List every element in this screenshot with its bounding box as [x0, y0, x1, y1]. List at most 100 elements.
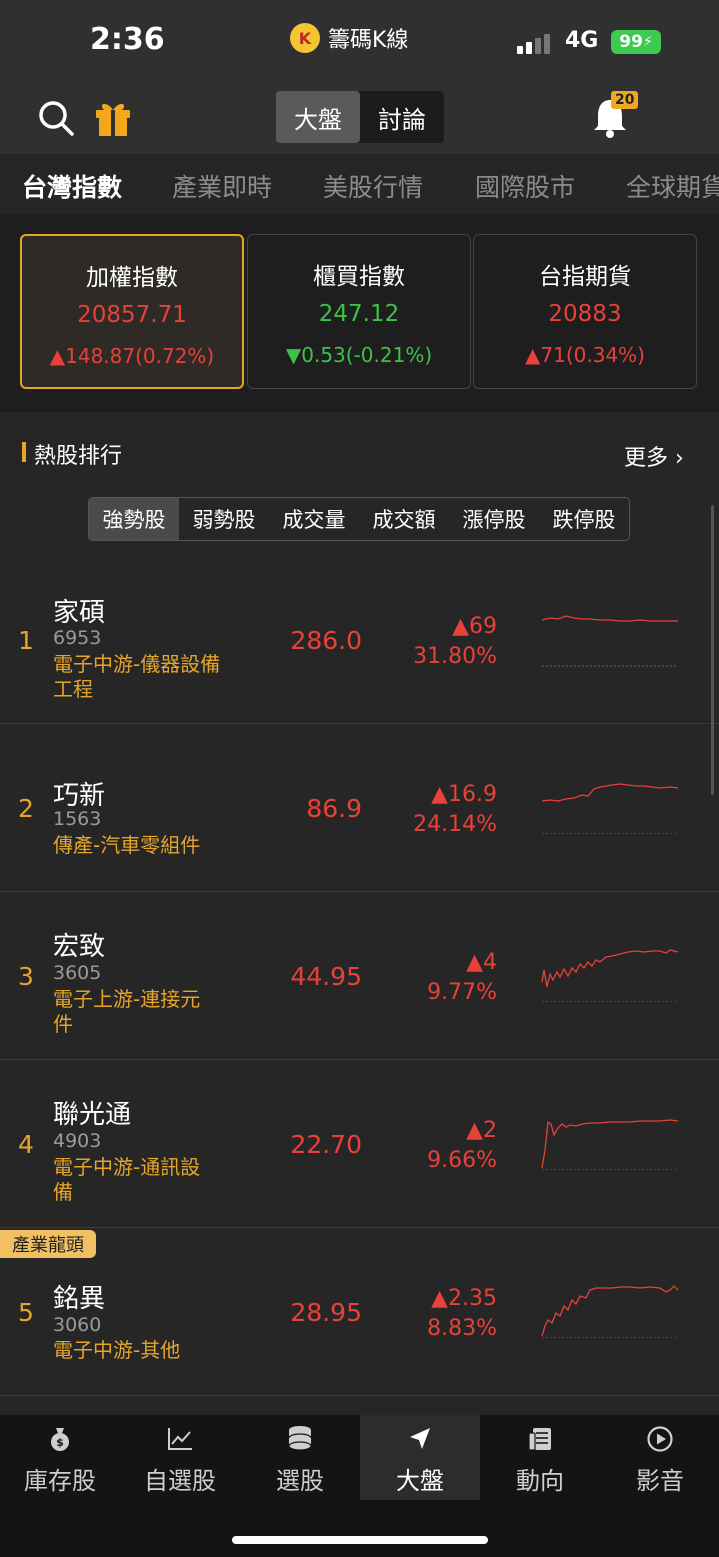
- filter-strong[interactable]: 強勢股: [89, 498, 179, 540]
- nav-label: 庫存股: [24, 1467, 96, 1495]
- stock-change-percent: 9.66%: [427, 1148, 497, 1173]
- money-bag-icon: $: [51, 1428, 69, 1451]
- index-card-futures[interactable]: 台指期貨 20883 ▲71(0.34%): [473, 234, 697, 389]
- stock-rank: 1: [18, 626, 34, 655]
- nav-label: 影音: [636, 1467, 684, 1495]
- stock-change-value: ▲2: [466, 1118, 497, 1143]
- navigation-arrow-icon: [410, 1428, 430, 1449]
- index-cards: 加權指數 20857.71 ▲148.87(0.72%) 櫃買指數 247.12…: [0, 214, 719, 412]
- filter-limit-up[interactable]: 漲停股: [449, 498, 539, 540]
- market-tabs: 台灣指數 產業即時 美股行情 國際股市 全球期貨: [0, 154, 719, 215]
- stock-rank: 2: [18, 794, 34, 823]
- nav-trends[interactable]: 動向: [480, 1415, 600, 1500]
- stock-change: ▲4 9.77%: [427, 948, 497, 1008]
- index-change: ▲71(0.34%): [525, 343, 645, 367]
- battery-level: 99: [619, 32, 643, 52]
- tab-taiwan-index[interactable]: 台灣指數: [22, 168, 122, 204]
- nav-video[interactable]: 影音: [600, 1415, 719, 1500]
- tab-us-stocks[interactable]: 美股行情: [323, 168, 423, 204]
- stock-row[interactable]: 4 聯光通 4903 電子中游-通訊設備 22.70 ▲2 9.66%: [0, 1060, 719, 1228]
- index-card-taiex[interactable]: 加權指數 20857.71 ▲148.87(0.72%): [20, 234, 244, 389]
- index-name: 櫃買指數: [313, 264, 405, 290]
- tab-industry-realtime[interactable]: 產業即時: [172, 168, 272, 204]
- newspaper-icon: [528, 1428, 551, 1451]
- nav-watchlist[interactable]: 自選股: [120, 1415, 240, 1500]
- stock-name: 家碩: [53, 598, 106, 628]
- index-card-otc[interactable]: 櫃買指數 247.12 ▼0.53(-0.21%): [247, 234, 471, 389]
- segment-market[interactable]: 大盤: [276, 91, 360, 143]
- stock-change: ▲2.35 8.83%: [427, 1284, 497, 1344]
- stock-change-percent: 9.77%: [427, 980, 497, 1005]
- stock-change-value: ▲16.9: [431, 782, 497, 807]
- stock-row[interactable]: 3 宏致 3605 電子上游-連接元件 44.95 ▲4 9.77%: [0, 892, 719, 1060]
- stock-change-percent: 24.14%: [413, 812, 497, 837]
- gift-icon[interactable]: [92, 96, 134, 138]
- stock-code: 3605: [53, 962, 102, 984]
- search-icon[interactable]: [36, 98, 76, 138]
- stock-price: 44.95: [290, 962, 362, 991]
- trend-chart-icon: [168, 1428, 192, 1450]
- tab-global-futures[interactable]: 全球期貨: [626, 168, 719, 204]
- stock-sparkline: [541, 1119, 679, 1170]
- stock-rank: 4: [18, 1130, 34, 1159]
- filter-turnover[interactable]: 成交額: [359, 498, 449, 540]
- app-logo-icon: K: [290, 23, 320, 53]
- svg-text:$: $: [56, 1436, 64, 1449]
- ranking-filter: 強勢股 弱勢股 成交量 成交額 漲停股 跌停股: [88, 497, 630, 541]
- scrollbar[interactable]: [711, 505, 714, 795]
- tab-international-stocks[interactable]: 國際股市: [475, 168, 575, 204]
- stock-code: 4903: [53, 1130, 102, 1152]
- stock-change-percent: 31.80%: [413, 644, 497, 669]
- stock-industry: 電子中游-通訊設備: [53, 1155, 201, 1204]
- filter-limit-down[interactable]: 跌停股: [539, 498, 629, 540]
- stock-price: 22.70: [290, 1130, 362, 1159]
- index-value: 247.12: [318, 301, 400, 327]
- play-circle-icon: [647, 1426, 673, 1452]
- stock-industry: 電子中游-儀器設備工程: [53, 652, 221, 701]
- filter-volume[interactable]: 成交量: [269, 498, 359, 540]
- stock-rank: 5: [18, 1298, 34, 1327]
- stock-change-value: ▲2.35: [431, 1286, 497, 1311]
- stock-row[interactable]: 2 巧新 1563 傳產-汽車零組件 86.9 ▲16.9 24.14%: [0, 724, 719, 892]
- index-change: ▼0.53(-0.21%): [285, 343, 433, 367]
- index-change: ▲148.87(0.72%): [49, 344, 215, 368]
- database-icon: [288, 1426, 312, 1451]
- nav-inventory[interactable]: $ 庫存股: [0, 1415, 120, 1500]
- hot-stocks-title: 熱股排行: [34, 444, 123, 469]
- stock-change: ▲2 9.66%: [427, 1116, 497, 1176]
- stock-row[interactable]: 產業龍頭 5 銘異 3060 電子中游-其他 28.95 ▲2.35 8.83%: [0, 1228, 719, 1396]
- stock-code: 1563: [53, 808, 102, 830]
- home-indicator[interactable]: [232, 1536, 488, 1544]
- stock-rank: 3: [18, 962, 34, 991]
- stock-name: 聯光通: [53, 1100, 132, 1130]
- market-discussion-switch: 大盤 討論: [276, 91, 444, 143]
- stock-industry: 電子上游-連接元件: [53, 987, 201, 1036]
- network-type: 4G: [565, 28, 599, 53]
- segment-discussion[interactable]: 討論: [360, 91, 444, 143]
- stock-change: ▲69 31.80%: [413, 612, 497, 672]
- filter-weak[interactable]: 弱勢股: [179, 498, 269, 540]
- nav-label: 動向: [516, 1467, 564, 1495]
- stock-change: ▲16.9 24.14%: [413, 780, 497, 840]
- carrier: K 籌碼K線: [290, 22, 408, 54]
- stock-change-percent: 8.83%: [427, 1316, 497, 1341]
- stock-change-value: ▲4: [466, 950, 497, 975]
- stock-name: 宏致: [53, 932, 106, 962]
- stock-price: 28.95: [290, 1298, 362, 1327]
- carrier-name: 籌碼K線: [328, 28, 409, 53]
- stock-row[interactable]: 1 家碩 6953 電子中游-儀器設備工程 286.0 ▲69 31.80%: [0, 560, 719, 724]
- stock-sparkline: [541, 949, 679, 1002]
- hot-stocks-more-link[interactable]: 更多 ›: [624, 440, 684, 472]
- section-marker: [22, 442, 26, 462]
- stock-industry: 電子中游-其他: [53, 1338, 181, 1362]
- index-name: 台指期貨: [539, 264, 631, 290]
- stock-code: 6953: [53, 627, 102, 649]
- index-name: 加權指數: [86, 265, 178, 291]
- industry-leader-tag: 產業龍頭: [0, 1230, 96, 1258]
- stock-price: 286.0: [290, 626, 362, 655]
- nav-label: 自選股: [144, 1467, 216, 1495]
- nav-market[interactable]: 大盤: [360, 1415, 480, 1500]
- index-value: 20883: [548, 301, 622, 327]
- stock-sparkline: [541, 783, 679, 834]
- nav-stock-picker[interactable]: 選股: [240, 1415, 360, 1500]
